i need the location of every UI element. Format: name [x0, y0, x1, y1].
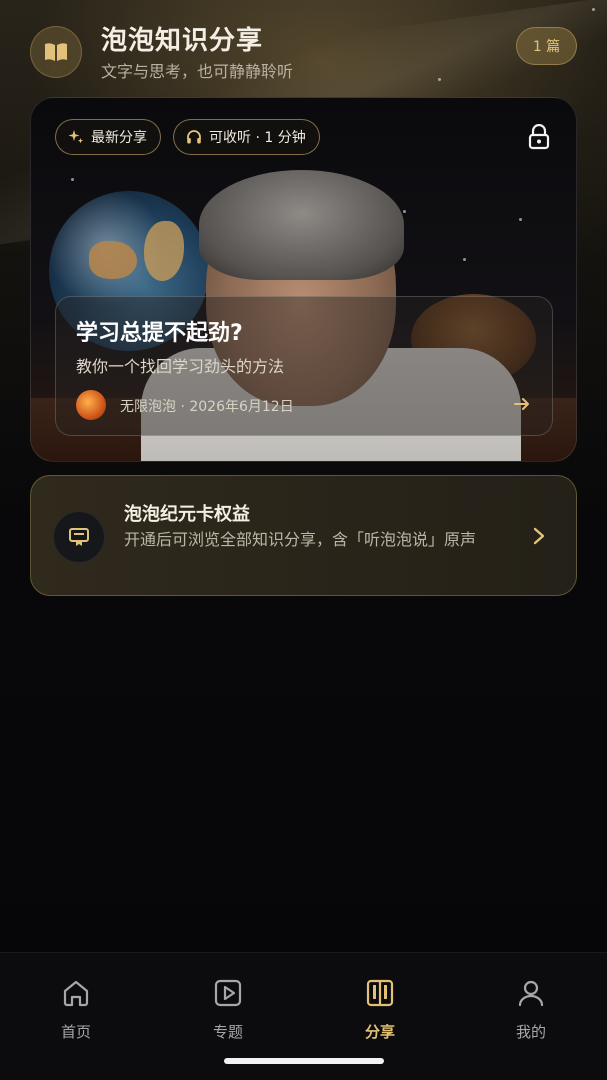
chevron-right-icon[interactable]	[532, 526, 546, 546]
person-hair	[199, 170, 404, 280]
article-subtitle: 教你一个找回学习劲头的方法	[76, 357, 285, 376]
featured-article-card[interactable]: 最新分享 可收听 · 1 分钟 学习总提不起劲? 教你一个找回学习劲头的方法 无…	[30, 97, 577, 462]
tab-topics-label: 专题	[212, 1023, 243, 1041]
open-book-icon	[30, 26, 82, 78]
tab-share-label: 分享	[364, 1023, 395, 1041]
membership-description: 开通后可浏览全部知识分享，含「听泡泡说」原声	[124, 530, 477, 549]
page-title: 泡泡知识分享	[101, 26, 264, 56]
tab-home-label: 首页	[60, 1023, 91, 1041]
book-share-icon	[366, 979, 394, 1007]
app-header: 泡泡知识分享 文字与思考，也可静静聆听 1 篇	[30, 20, 577, 81]
article-title: 学习总提不起劲?	[76, 321, 243, 346]
latest-share-label: 最新分享	[91, 130, 147, 146]
audio-duration-chip: 可收听 · 1 分钟	[173, 119, 320, 155]
author-date-meta: 无限泡泡 · 2026年6月12日	[120, 399, 294, 415]
tab-profile-label: 我的	[515, 1023, 546, 1041]
tab-share[interactable]: 分享	[330, 977, 430, 1047]
audio-duration-label: 可收听 · 1 分钟	[209, 130, 306, 146]
lock-icon	[528, 124, 550, 150]
home-icon	[63, 980, 89, 1007]
play-square-icon	[214, 979, 242, 1007]
page-subtitle: 文字与思考，也可静静聆听	[101, 62, 294, 81]
headphones-icon	[187, 130, 201, 144]
article-count-badge: 1 篇	[516, 27, 577, 65]
membership-card-icon	[53, 511, 105, 563]
home-indicator[interactable]	[224, 1058, 384, 1064]
article-info-panel[interactable]: 学习总提不起劲? 教你一个找回学习劲头的方法 无限泡泡 · 2026年6月12日	[55, 296, 553, 436]
tab-profile[interactable]: 我的	[481, 977, 581, 1047]
latest-share-chip: 最新分享	[55, 119, 161, 155]
membership-title: 泡泡纪元卡权益	[124, 504, 250, 525]
tab-topics[interactable]: 专题	[178, 977, 278, 1047]
user-icon	[518, 980, 544, 1007]
hero-chip-row: 最新分享 可收听 · 1 分钟	[55, 119, 320, 155]
sparkle-icon	[68, 130, 84, 144]
arrow-right-icon[interactable]	[512, 394, 532, 414]
star-dot	[592, 8, 595, 11]
membership-benefits-card[interactable]: 泡泡纪元卡权益 开通后可浏览全部知识分享，含「听泡泡说」原声	[30, 475, 577, 596]
tab-home[interactable]: 首页	[26, 977, 126, 1047]
author-avatar	[76, 390, 106, 420]
